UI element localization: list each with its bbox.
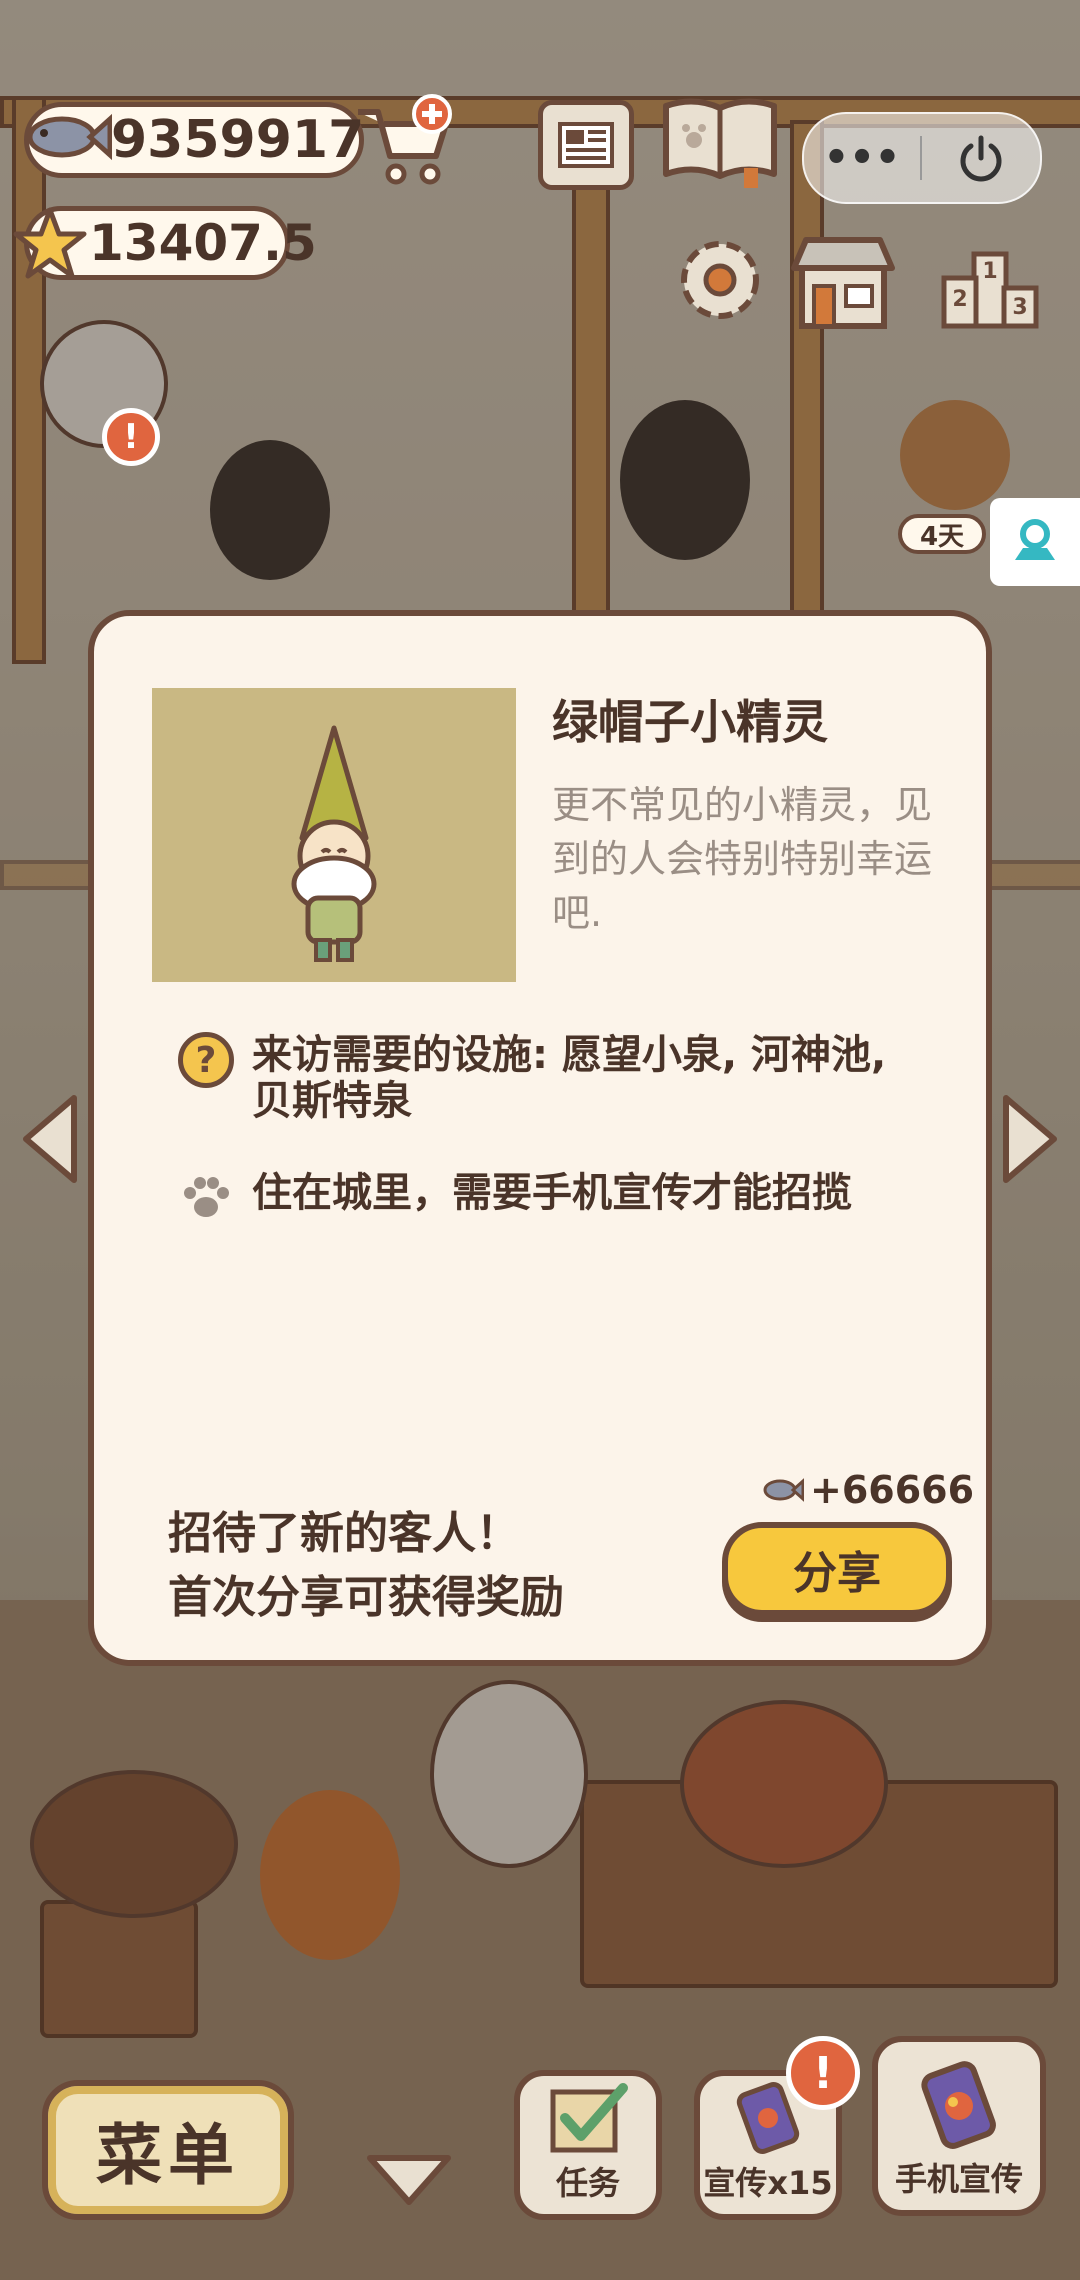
shop-icon[interactable] [788, 232, 898, 332]
collapse-arrow-button[interactable] [364, 2150, 454, 2210]
new-guest-line2: 首次分享可获得奖励 [168, 1572, 564, 1623]
new-guest-line1: 招待了新的客人！ [168, 1508, 520, 1559]
requirement-row-facilities: ? 来访需要的设施: 愿望小泉, 河神池, 贝斯特泉 [178, 1032, 932, 1124]
svg-text:1: 1 [982, 259, 997, 284]
fish-icon [763, 1478, 804, 1502]
fish-count: 9359917 [111, 110, 365, 170]
book-paw-icon[interactable] [660, 94, 780, 190]
newspaper-icon[interactable] [538, 100, 634, 190]
next-arrow-button[interactable] [998, 1092, 1062, 1186]
share-button[interactable]: 分享 [722, 1522, 952, 1616]
svg-text:2: 2 [952, 287, 967, 312]
star-icon [12, 206, 88, 282]
phone-promote-icon [921, 2061, 996, 2149]
gnome-character-icon [291, 725, 377, 962]
visitor-info-dialog: 绿帽子小精灵 更不常见的小精灵，见到的人会特别特别幸运吧. ? 来访需要的设施:… [88, 610, 992, 1666]
svg-text:3: 3 [1012, 295, 1027, 320]
visitor-name: 绿帽子小精灵 [552, 695, 828, 749]
settings-gear-icon[interactable] [674, 234, 766, 326]
paw-icon [178, 1170, 234, 1226]
task-label: 任务 [555, 2164, 620, 2202]
floating-widget-button[interactable] [990, 498, 1080, 586]
requirement-facilities-text: 来访需要的设施: 愿望小泉, 河神池, 贝斯特泉 [252, 1032, 887, 1124]
fish-icon [22, 102, 112, 172]
alert-icon: ! [102, 408, 160, 466]
menu-button[interactable]: 菜单 [42, 2080, 294, 2220]
ranking-podium-icon[interactable]: 12 3 [938, 244, 1042, 330]
days-badge: 4天 [898, 514, 986, 554]
prev-arrow-button[interactable] [18, 1092, 82, 1186]
power-button[interactable] [922, 114, 1040, 202]
phone-promote-button[interactable]: 手机宣传 [872, 2036, 1046, 2216]
location-pin-icon [1015, 519, 1055, 560]
phone-promote-label: 手机宣传 [894, 2160, 1023, 2198]
power-icon [960, 135, 1002, 182]
question-icon: ? [178, 1032, 234, 1088]
visitor-description: 更不常见的小精灵，见到的人会特别特别幸运吧. [552, 783, 933, 935]
checklist-icon [550, 2083, 628, 2153]
mini-program-capsule: ••• [802, 112, 1042, 204]
alert-badge-icon: ! [786, 2036, 860, 2110]
requirement-row-residence: 住在城里，需要手机宣传才能招揽 [178, 1170, 932, 1226]
visitor-portrait [152, 688, 516, 982]
star-count: 13407.5 [89, 214, 317, 272]
promote-x15-label: 宣传x15 [703, 2164, 833, 2202]
more-options-button[interactable]: ••• [804, 114, 920, 202]
new-guest-message: 招待了新的客人！ 首次分享可获得奖励 [168, 1502, 564, 1630]
requirement-residence-text: 住在城里，需要手机宣传才能招揽 [252, 1170, 852, 1216]
cart-plus-icon[interactable] [350, 92, 460, 188]
share-reward: +66666 [760, 1468, 974, 1512]
reward-amount: +66666 [810, 1468, 975, 1512]
task-button[interactable]: 任务 [514, 2070, 662, 2220]
